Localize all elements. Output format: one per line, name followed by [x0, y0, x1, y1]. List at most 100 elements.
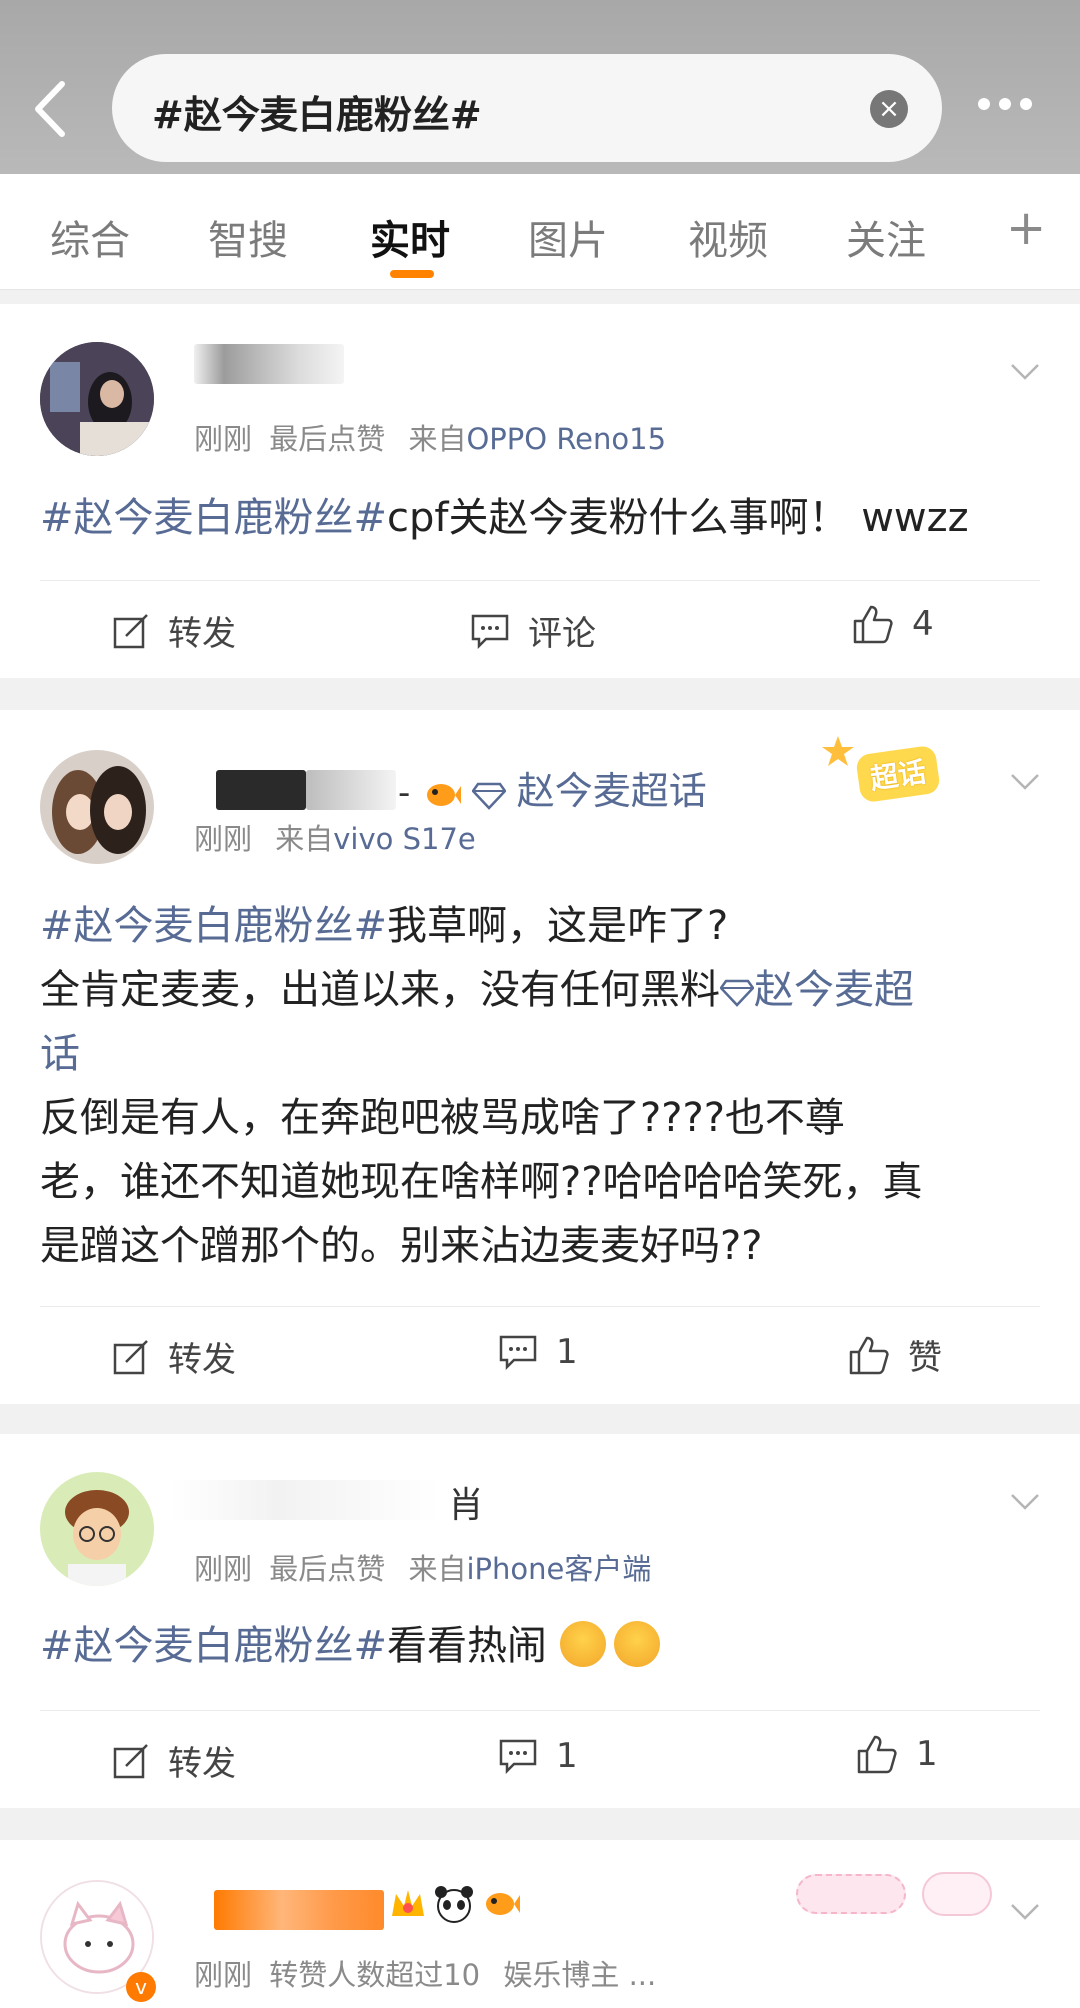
hashtag-link[interactable]: #赵今麦白鹿粉丝# — [40, 903, 387, 949]
like-label: 赞 — [908, 1338, 942, 1378]
post-card[interactable]: v 刚刚 转赞人数超过10 娱乐博主 ... — [0, 1840, 1080, 2008]
avatar[interactable] — [40, 1472, 154, 1586]
username[interactable] — [194, 344, 344, 384]
repost-icon — [113, 1339, 148, 1374]
comment-count: 1 — [556, 1736, 578, 1776]
divider — [40, 1710, 1040, 1711]
post-text: #赵今麦白鹿粉丝#看看热闹 — [40, 1614, 1040, 1678]
user-badges — [388, 1884, 521, 1924]
comment-count: 1 — [556, 1332, 578, 1372]
more-icon[interactable] — [978, 98, 1032, 110]
thumbs-up-icon — [853, 605, 893, 644]
like-count: 4 — [912, 604, 934, 644]
clear-icon[interactable]: × — [870, 90, 908, 128]
username[interactable]: 肖 — [448, 1476, 484, 1528]
verified-badge-icon: v — [126, 1972, 156, 2002]
comment-button[interactable]: 1 — [498, 1332, 578, 1372]
comment-button[interactable]: 1 — [498, 1736, 578, 1776]
crown-icon — [392, 1890, 424, 1916]
comment-icon — [499, 1335, 537, 1370]
post-extra: 最后点赞 — [269, 1552, 386, 1586]
repost-icon — [113, 613, 148, 648]
post-line: 反倒是有人，在奔跑吧被骂成啥了????也不尊 — [40, 1095, 845, 1141]
hug-emoji-icon — [559, 1621, 606, 1667]
post-content: cpf关赵今麦粉什么事啊！ wwzz — [387, 495, 969, 541]
repost-button[interactable]: 转发 — [112, 1736, 236, 1785]
thumbs-up-icon — [849, 1336, 889, 1374]
cat-sticker-icon — [922, 1872, 992, 1916]
tab-bar: 综合 智搜 实时 图片 视频 关注 + — [0, 174, 1080, 290]
hashtag-link[interactable]: #赵今麦白鹿粉丝# — [40, 1623, 387, 1669]
top-bar: #赵今麦白鹿粉丝# × — [0, 0, 1080, 174]
like-button[interactable]: 赞 — [848, 1330, 942, 1379]
comment-icon — [471, 614, 509, 649]
post-from: 来自 — [408, 422, 467, 456]
add-tab-icon[interactable]: + — [1006, 200, 1046, 256]
fish-icon — [427, 783, 462, 806]
username[interactable] — [216, 770, 306, 810]
repost-button[interactable]: 转发 — [112, 1332, 236, 1381]
post-extra: 最后点赞 — [269, 422, 386, 456]
post-card[interactable]: 刚刚 最后点赞 来自OPPO Reno15 #赵今麦白鹿粉丝#cpf关赵今麦粉什… — [0, 304, 1080, 678]
like-count: 1 — [916, 1734, 938, 1774]
tab-smart-search[interactable]: 智搜 — [208, 208, 288, 266]
chevron-down-icon[interactable] — [1010, 1902, 1040, 1922]
post-source: OPPO Reno15 — [466, 422, 667, 456]
post-extra: 转赞人数超过10 — [269, 1958, 481, 1992]
diamond-icon — [471, 782, 506, 810]
repost-button[interactable]: 转发 — [112, 606, 236, 655]
post-from: 来自 — [275, 822, 334, 856]
hashtag-link[interactable]: #赵今麦白鹿粉丝# — [40, 495, 387, 541]
comment-button[interactable]: 评论 — [470, 606, 596, 655]
chevron-down-icon[interactable] — [1010, 1492, 1040, 1512]
decoration-badge — [796, 1874, 906, 1914]
divider — [40, 1306, 1040, 1307]
post-meta: 刚刚 最后点赞 来自iPhone客户端 — [194, 1546, 651, 1588]
repost-label: 转发 — [168, 614, 236, 654]
super-topic-link: 赵今麦超话 — [516, 769, 707, 813]
tab-following[interactable]: 关注 — [846, 208, 926, 266]
panda-icon — [435, 1886, 474, 1923]
post-meta: 刚刚 转赞人数超过10 娱乐博主 ... — [194, 1952, 656, 1994]
divider — [40, 580, 1040, 581]
post-text: #赵今麦白鹿粉丝#我草啊，这是咋了? 全肯定麦麦，出道以来，没有任何黑料 赵今麦超… — [40, 894, 1040, 1278]
chevron-down-icon[interactable] — [1010, 362, 1040, 382]
tab-realtime[interactable]: 实时 — [370, 208, 450, 266]
super-topic-row[interactable]: - 赵今麦超话 — [398, 760, 707, 815]
fish-icon — [486, 1893, 521, 1915]
post-line: 是蹭这个蹭那个的。别来沾边麦麦好吗?? — [40, 1223, 763, 1269]
post-card[interactable]: 肖 刚刚 最后点赞 来自iPhone客户端 #赵今麦白鹿粉丝#看看热闹 转发 1… — [0, 1434, 1080, 1808]
username-blur — [306, 770, 396, 810]
back-arrow-icon[interactable] — [26, 74, 76, 144]
avatar[interactable] — [40, 342, 154, 456]
post-line: 老，谁还不知道她现在啥样啊??哈哈哈哈笑死，真 — [40, 1159, 923, 1205]
repost-label: 转发 — [168, 1340, 236, 1380]
username[interactable] — [214, 1890, 384, 1930]
post-from: 来自 — [408, 1552, 467, 1586]
repost-label: 转发 — [168, 1744, 236, 1784]
post-line: 全肯定麦麦，出道以来，没有任何黑料 — [40, 967, 720, 1013]
tab-images[interactable]: 图片 — [528, 208, 608, 266]
super-topic-link-tail[interactable]: 话 — [40, 1022, 1040, 1086]
comment-label: 评论 — [528, 614, 596, 654]
like-button[interactable]: 1 — [856, 1734, 938, 1774]
avatar[interactable] — [40, 750, 154, 864]
post-content: 看看热闹 — [387, 1623, 548, 1669]
tab-general[interactable]: 综合 — [50, 208, 130, 266]
chevron-down-icon[interactable] — [1010, 772, 1040, 792]
post-text: #赵今麦白鹿粉丝#cpf关赵今麦粉什么事啊！ wwzz — [40, 486, 1040, 550]
post-time: 刚刚 — [194, 1552, 253, 1586]
post-time: 刚刚 — [194, 1958, 253, 1992]
like-button[interactable]: 4 — [852, 604, 934, 644]
post-card[interactable]: - 赵今麦超话 超话 刚刚 来自vivo S17e #赵今麦白鹿粉丝#我草啊，这… — [0, 710, 1080, 1404]
comment-icon — [499, 1739, 537, 1774]
search-input[interactable]: #赵今麦白鹿粉丝# × — [112, 54, 942, 162]
diamond-icon — [720, 979, 754, 1007]
post-time: 刚刚 — [194, 822, 253, 856]
thumbs-up-icon — [857, 1735, 897, 1774]
tab-videos[interactable]: 视频 — [688, 208, 768, 266]
post-line: 我草啊，这是咋了? — [387, 903, 729, 949]
super-topic-link[interactable]: 赵今麦超 — [754, 967, 914, 1013]
username-blur — [170, 1480, 440, 1520]
post-source: vivo S17e — [333, 822, 476, 856]
